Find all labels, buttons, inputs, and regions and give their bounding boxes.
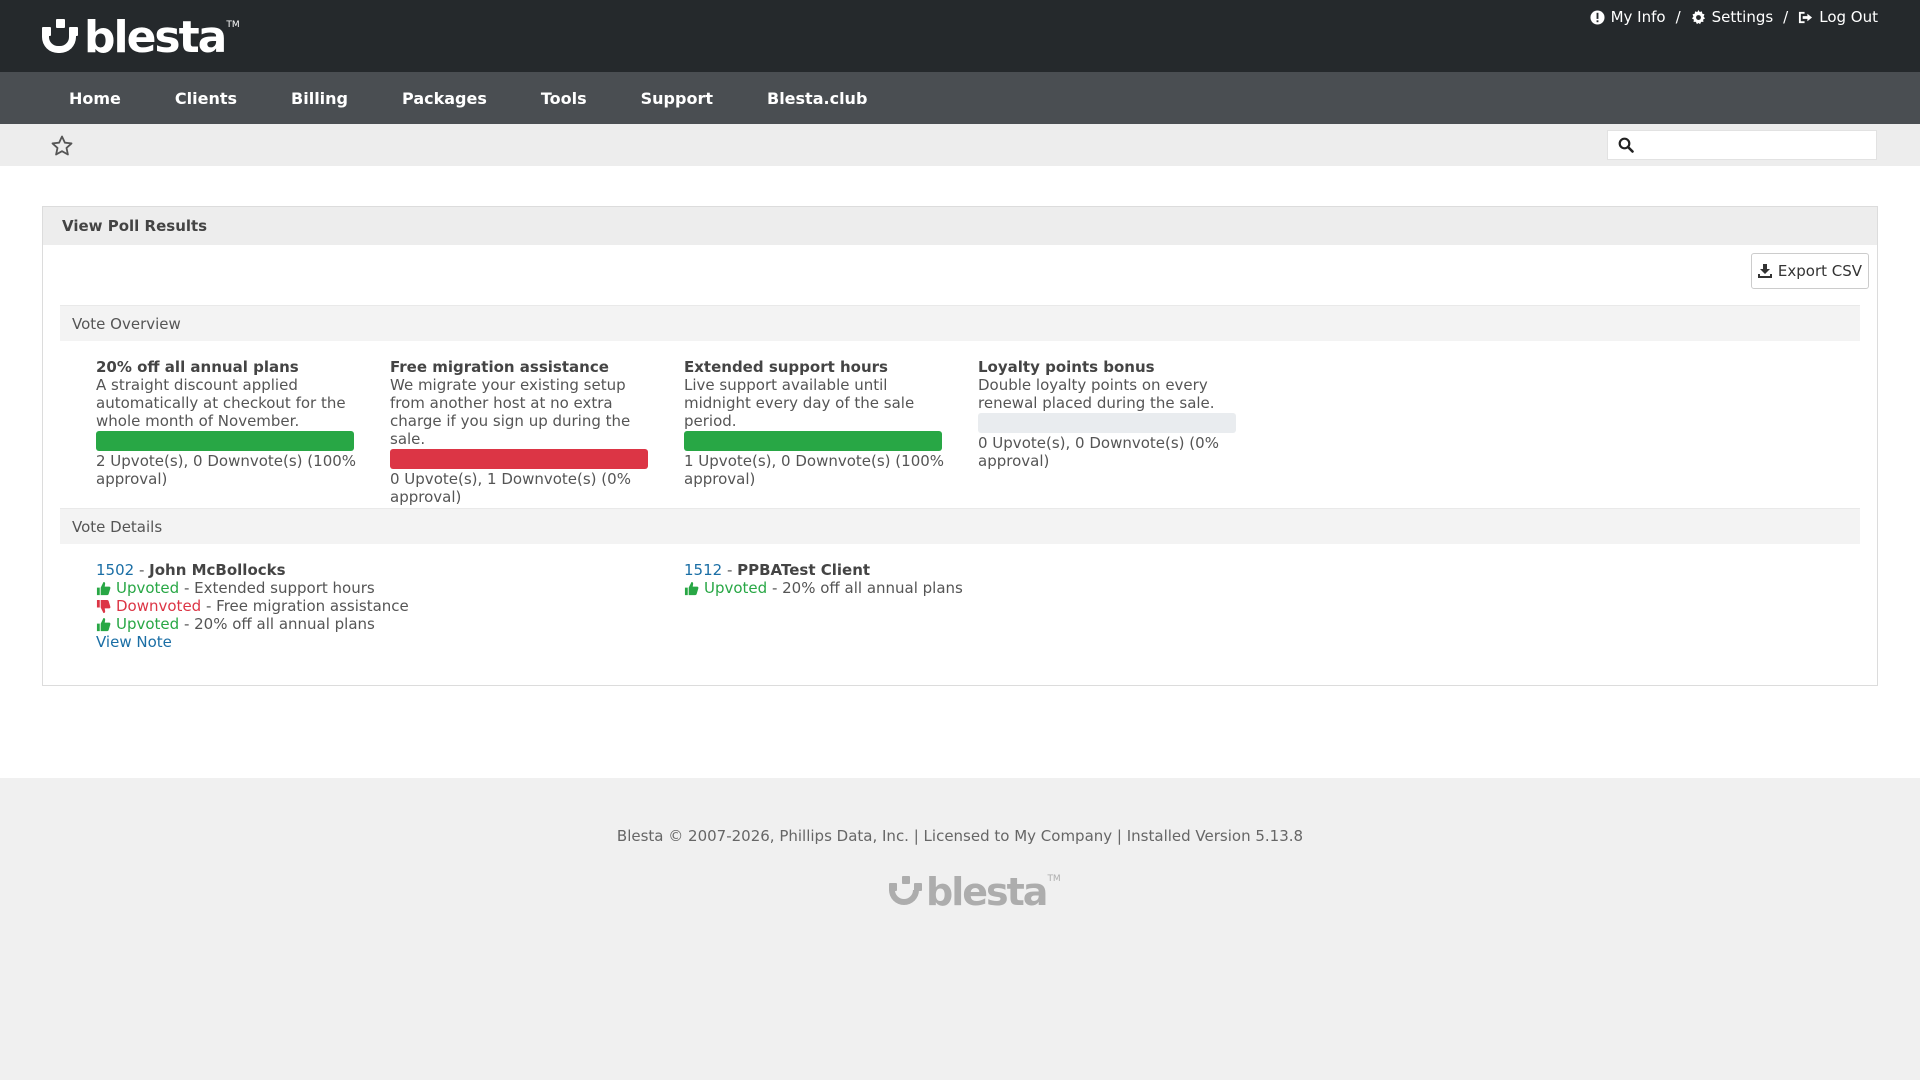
- nav-home[interactable]: Home: [42, 89, 148, 108]
- footer-copyright: Blesta © 2007-2026, Phillips Data, Inc. …: [616, 827, 1304, 845]
- approval-progress-bar: [978, 413, 1236, 433]
- poll-option: Loyalty points bonus Double loyalty poin…: [978, 358, 1272, 506]
- info-circle-icon: [1590, 9, 1605, 25]
- vote-details: 1502 - John McBollocks Upvoted - Extende…: [96, 561, 1272, 651]
- approval-bar-fill: [390, 449, 648, 469]
- panel-title: View Poll Results: [43, 207, 1877, 245]
- option-vote-count: 0 Upvote(s), 0 Downvote(s) (0% approval): [978, 434, 1219, 470]
- client-votes: 1502 - John McBollocks Upvoted - Extende…: [96, 561, 684, 651]
- option-vote-count: 1 Upvote(s), 0 Downvote(s) (100% approva…: [684, 452, 945, 488]
- nav-blesta-club[interactable]: Blesta.club: [740, 89, 894, 108]
- log-out-label: Log Out: [1819, 8, 1878, 26]
- smile-logo-icon: [40, 19, 82, 57]
- thumbs-up-icon: [684, 581, 699, 595]
- settings-link[interactable]: Settings: [1691, 8, 1774, 26]
- top-header: blesta TM My Info / Settings / Log Out: [0, 0, 1920, 72]
- poll-option: 20% off all annual plans A straight disc…: [96, 358, 390, 506]
- vote-details-header: Vote Details: [60, 508, 1860, 544]
- vote-option: - Free migration assistance: [201, 597, 409, 615]
- link-separator: /: [1783, 8, 1789, 26]
- footer-logo-trademark: TM: [1047, 874, 1061, 884]
- option-description: Live support available until midnight ev…: [684, 376, 915, 430]
- log-out-link[interactable]: Log Out: [1798, 8, 1878, 26]
- vote-option: - 20% off all annual plans: [767, 579, 963, 597]
- vote-overview-header: Vote Overview: [60, 305, 1860, 341]
- client-id-link[interactable]: 1512: [684, 561, 722, 579]
- page-footer: Blesta © 2007-2026, Phillips Data, Inc. …: [0, 778, 1920, 1080]
- option-description: We migrate your existing setup from anot…: [390, 376, 631, 448]
- logo-trademark: TM: [226, 20, 240, 30]
- thumbs-up-icon: [96, 581, 111, 595]
- logo-text: blesta: [84, 12, 227, 63]
- my-info-link[interactable]: My Info: [1590, 8, 1666, 26]
- export-csv-label: Export CSV: [1777, 262, 1863, 280]
- vote-overview: 20% off all annual plans A straight disc…: [96, 358, 1272, 506]
- poll-option: Free migration assistance We migrate you…: [390, 358, 684, 506]
- vote-status: Downvoted: [116, 597, 202, 615]
- settings-label: Settings: [1711, 8, 1774, 26]
- option-vote-count: 0 Upvote(s), 1 Downvote(s) (0% approval): [390, 470, 631, 506]
- client-votes: 1512 - PPBATest Client Upvoted - 20% off…: [684, 561, 1272, 651]
- approval-progress-bar: [96, 431, 354, 451]
- vote-option: - Extended support hours: [179, 579, 375, 597]
- search-input[interactable]: [1642, 132, 1876, 158]
- nav-tools[interactable]: Tools: [514, 89, 614, 108]
- nav-support[interactable]: Support: [614, 89, 740, 108]
- view-note-link[interactable]: View Note: [96, 633, 172, 651]
- approval-progress-bar: [390, 449, 648, 469]
- client-dash: -: [134, 561, 150, 579]
- link-separator: /: [1675, 8, 1681, 26]
- vote-status: Upvoted: [116, 579, 180, 597]
- vote-status: Upvoted: [704, 579, 768, 597]
- vote-status: Upvoted: [116, 615, 180, 633]
- thumbs-down-icon: [96, 599, 111, 613]
- star-icon[interactable]: [50, 134, 74, 158]
- vote-entry: Upvoted - Extended support hours: [96, 579, 684, 597]
- option-description: A straight discount applied automaticall…: [96, 376, 346, 430]
- sign-out-icon: [1799, 11, 1813, 23]
- account-links: My Info / Settings / Log Out: [1590, 8, 1878, 26]
- vote-option: - 20% off all annual plans: [179, 615, 375, 633]
- poll-results-panel: View Poll Results Export CSV Vote Overvi…: [42, 206, 1878, 686]
- blesta-logo[interactable]: blesta TM: [40, 16, 240, 60]
- gear-icon: [1691, 9, 1705, 24]
- nav-clients[interactable]: Clients: [148, 89, 264, 108]
- footer-blesta-logo[interactable]: blesta TM: [888, 870, 1061, 914]
- thumbs-up-icon: [96, 617, 111, 631]
- approval-bar-fill: [684, 431, 942, 451]
- client-name: John McBollocks: [149, 561, 286, 579]
- search-icon: [1618, 137, 1634, 153]
- vote-entry: Downvoted - Free migration assistance: [96, 597, 684, 615]
- smile-logo-icon: [888, 876, 924, 908]
- export-csv-button[interactable]: Export CSV: [1751, 253, 1869, 289]
- main-nav: Home Clients Billing Packages Tools Supp…: [0, 72, 1920, 124]
- nav-packages[interactable]: Packages: [375, 89, 514, 108]
- client-dash: -: [722, 561, 738, 579]
- client-name: PPBATest Client: [737, 561, 871, 579]
- option-vote-count: 2 Upvote(s), 0 Downvote(s) (100% approva…: [96, 452, 357, 488]
- nav-billing[interactable]: Billing: [264, 89, 375, 108]
- vote-entry: Upvoted - 20% off all annual plans: [684, 579, 1272, 597]
- sub-toolbar: [0, 124, 1920, 166]
- approval-bar-fill: [96, 431, 354, 451]
- client-id-link[interactable]: 1502: [96, 561, 134, 579]
- my-info-label: My Info: [1610, 8, 1666, 26]
- option-title: Free migration assistance: [390, 358, 609, 376]
- download-icon: [1757, 264, 1772, 278]
- approval-progress-bar: [684, 431, 942, 451]
- option-description: Double loyalty points on every renewal p…: [978, 376, 1215, 412]
- option-title: 20% off all annual plans: [96, 358, 299, 376]
- footer-logo-text: blesta: [926, 870, 1048, 914]
- search-box[interactable]: [1607, 130, 1877, 160]
- option-title: Extended support hours: [684, 358, 888, 376]
- option-title: Loyalty points bonus: [978, 358, 1155, 376]
- vote-entry: Upvoted - 20% off all annual plans: [96, 615, 684, 633]
- poll-option: Extended support hours Live support avai…: [684, 358, 978, 506]
